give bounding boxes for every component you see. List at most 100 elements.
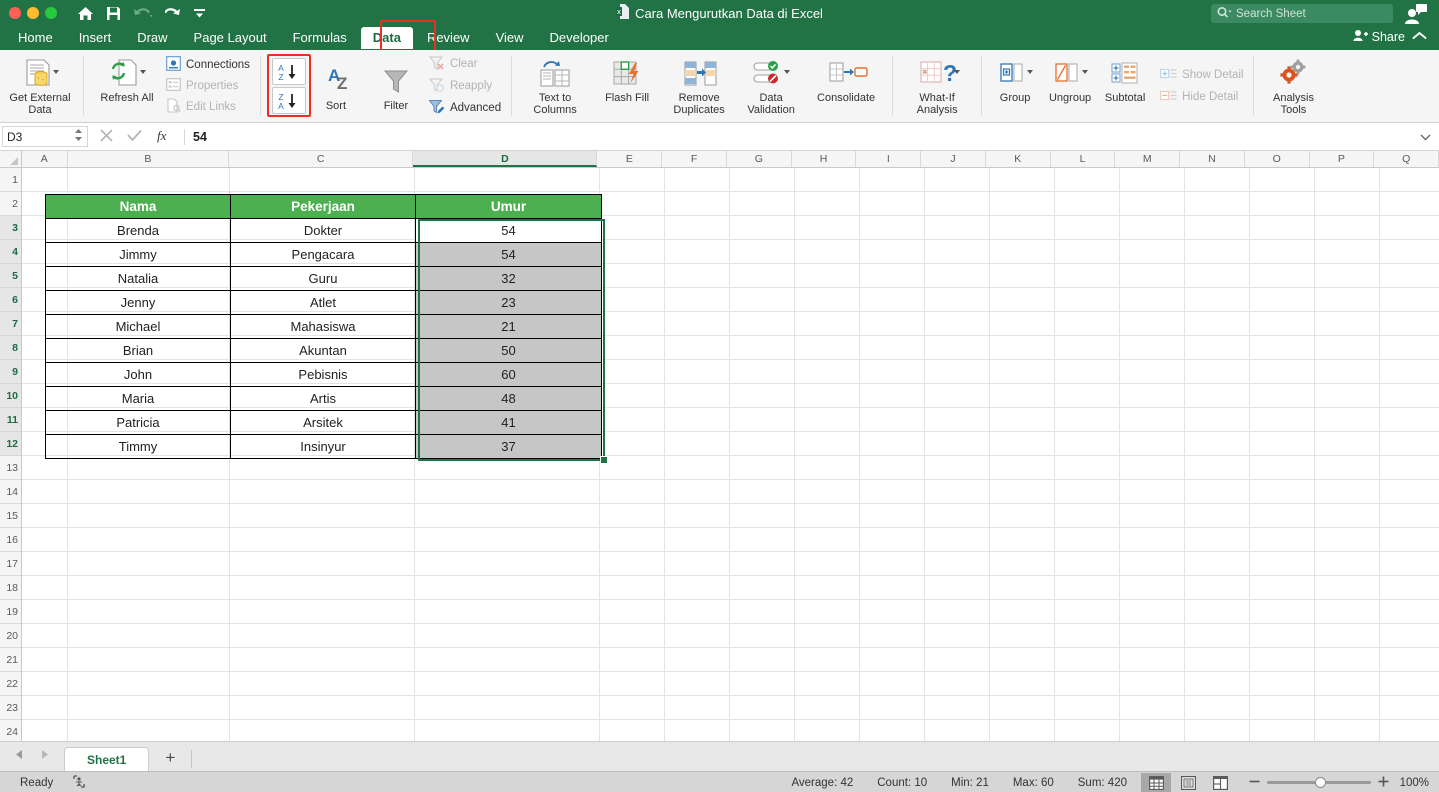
table-row[interactable]: Jimmy Pengacara 54 <box>45 242 602 267</box>
minimize-window-button[interactable] <box>27 7 39 19</box>
analysis-tools-button[interactable]: Analysis Tools <box>1261 52 1325 120</box>
group-button[interactable]: Group <box>989 52 1041 120</box>
cell-umur-11[interactable]: 41 <box>415 410 602 435</box>
cell-nama-11[interactable]: Patricia <box>45 410 231 435</box>
row-header-9[interactable]: 9 <box>0 360 21 384</box>
close-window-button[interactable] <box>9 7 21 19</box>
row-header-14[interactable]: 14 <box>0 480 21 504</box>
select-all-corner[interactable] <box>0 151 22 167</box>
cancel-entry-icon[interactable] <box>100 128 113 145</box>
table-row[interactable]: Jenny Atlet 23 <box>45 290 602 315</box>
cell-pekerjaan-4[interactable]: Pengacara <box>230 242 416 267</box>
cell-nama-4[interactable]: Jimmy <box>45 242 231 267</box>
page-layout-view-button[interactable] <box>1173 773 1203 792</box>
confirm-entry-icon[interactable] <box>127 129 142 145</box>
insert-function-icon[interactable]: fx <box>156 128 172 146</box>
row-header-16[interactable]: 16 <box>0 528 21 552</box>
cell-nama-5[interactable]: Natalia <box>45 266 231 291</box>
data-table[interactable]: Nama Pekerjaan Umur Brenda Dokter 54 Jimmy Peng… <box>45 194 602 459</box>
tab-formulas[interactable]: Formulas <box>281 27 359 49</box>
row-header-6[interactable]: 6 <box>0 288 21 312</box>
cell-nama-3[interactable]: Brenda <box>45 218 231 243</box>
cell-umur-5[interactable]: 32 <box>415 266 602 291</box>
cell-nama-8[interactable]: Brian <box>45 338 231 363</box>
cell-umur-12[interactable]: 37 <box>415 434 602 459</box>
get-external-data-button[interactable]: Get External Data <box>4 52 76 120</box>
table-row[interactable]: Brenda Dokter 54 <box>45 218 602 243</box>
sheet-tab-bar[interactable]: Sheet1 + <box>0 741 1439 771</box>
collapse-ribbon-icon[interactable] <box>1412 30 1427 44</box>
add-sheet-button[interactable]: + <box>149 749 191 771</box>
table-row[interactable]: Maria Artis 48 <box>45 386 602 411</box>
window-controls[interactable] <box>0 7 57 19</box>
previous-sheet-icon[interactable] <box>14 749 25 763</box>
zoom-slider-knob[interactable] <box>1315 777 1326 788</box>
save-icon[interactable] <box>106 6 121 21</box>
maximize-window-button[interactable] <box>45 7 57 19</box>
column-header-G[interactable]: G <box>726 151 792 167</box>
column-header-O[interactable]: O <box>1244 151 1310 167</box>
cell-nama-6[interactable]: Jenny <box>45 290 231 315</box>
cell-pekerjaan-5[interactable]: Guru <box>230 266 416 291</box>
view-mode-buttons[interactable] <box>1141 772 1235 792</box>
table-row[interactable]: Michael Mahasiswa 21 <box>45 314 602 339</box>
sheet-tab-sheet1[interactable]: Sheet1 <box>64 747 150 771</box>
text-to-columns-button[interactable]: Text to Columns <box>519 52 591 120</box>
redo-icon[interactable] <box>165 6 181 20</box>
cell-pekerjaan-8[interactable]: Akuntan <box>230 338 416 363</box>
cell-pekerjaan-6[interactable]: Atlet <box>230 290 416 315</box>
column-header-K[interactable]: K <box>985 151 1051 167</box>
zoom-control[interactable] <box>1235 776 1399 790</box>
row-header-1[interactable]: 1 <box>0 168 21 192</box>
normal-view-button[interactable] <box>1141 772 1171 792</box>
cell-umur-4[interactable]: 54 <box>415 242 602 267</box>
zoom-out-button[interactable] <box>1249 776 1260 790</box>
sheet-nav-arrows[interactable] <box>8 749 64 771</box>
ribbon-tab-bar[interactable]: Home Insert Draw Page Layout Formulas Da… <box>0 20 1439 52</box>
cell-umur-6[interactable]: 23 <box>415 290 602 315</box>
sort-ascending-button[interactable]: A Z <box>271 58 306 85</box>
customize-toolbar-icon[interactable] <box>193 7 206 20</box>
zoom-in-button[interactable] <box>1378 776 1389 790</box>
expand-formula-bar-icon[interactable] <box>1420 130 1431 144</box>
cell-pekerjaan-9[interactable]: Pebisnis <box>230 362 416 387</box>
column-header-row[interactable]: A B C D E F G H I J K L M N O P Q <box>0 151 1439 168</box>
page-break-view-button[interactable] <box>1205 773 1235 792</box>
column-header-J[interactable]: J <box>921 151 986 167</box>
column-header-L[interactable]: L <box>1050 151 1116 167</box>
spreadsheet-grid[interactable]: A B C D E F G H I J K L M N O P Q 1 23 456… <box>0 151 1439 741</box>
row-header-5[interactable]: 5 <box>0 264 21 288</box>
tab-developer[interactable]: Developer <box>538 27 621 49</box>
column-header-Q[interactable]: Q <box>1374 151 1439 167</box>
sort-descending-button[interactable]: Z A <box>271 87 306 114</box>
table-row[interactable]: Natalia Guru 32 <box>45 266 602 291</box>
what-if-analysis-button[interactable]: ? What-If Analysis <box>900 52 974 120</box>
cell-umur-8[interactable]: 50 <box>415 338 602 363</box>
column-header-F[interactable]: F <box>662 151 727 167</box>
row-header-4[interactable]: 4 <box>0 240 21 264</box>
sort-button[interactable]: A Z Sort <box>306 60 366 112</box>
name-box[interactable]: D3 <box>2 126 88 147</box>
row-header-18[interactable]: 18 <box>0 576 21 600</box>
cell-nama-10[interactable]: Maria <box>45 386 231 411</box>
undo-icon[interactable] <box>133 6 153 20</box>
advanced-button[interactable]: Advanced <box>426 97 504 119</box>
name-box-spinner-icon[interactable] <box>74 128 83 145</box>
column-header-E[interactable]: E <box>597 151 663 167</box>
cell-pekerjaan-7[interactable]: Mahasiswa <box>230 314 416 339</box>
row-header-7[interactable]: 7 <box>0 312 21 336</box>
search-sheet-box[interactable]: Search Sheet <box>1211 4 1393 23</box>
row-header-20[interactable]: 20 <box>0 624 21 648</box>
connections-button[interactable]: Connections <box>163 54 253 75</box>
row-header-24[interactable]: 24 <box>0 720 21 741</box>
consolidate-button[interactable]: Consolidate <box>807 52 885 120</box>
accessibility-checker-icon[interactable] <box>73 774 88 792</box>
row-header-10[interactable]: 10 <box>0 384 21 408</box>
row-header-21[interactable]: 21 <box>0 648 21 672</box>
remove-duplicates-button[interactable]: Remove Duplicates <box>663 52 735 120</box>
table-header-umur[interactable]: Umur <box>415 194 602 219</box>
tab-home[interactable]: Home <box>6 27 65 49</box>
home-icon[interactable] <box>77 6 94 21</box>
cell-nama-7[interactable]: Michael <box>45 314 231 339</box>
ungroup-button[interactable]: Ungroup <box>1041 52 1099 120</box>
